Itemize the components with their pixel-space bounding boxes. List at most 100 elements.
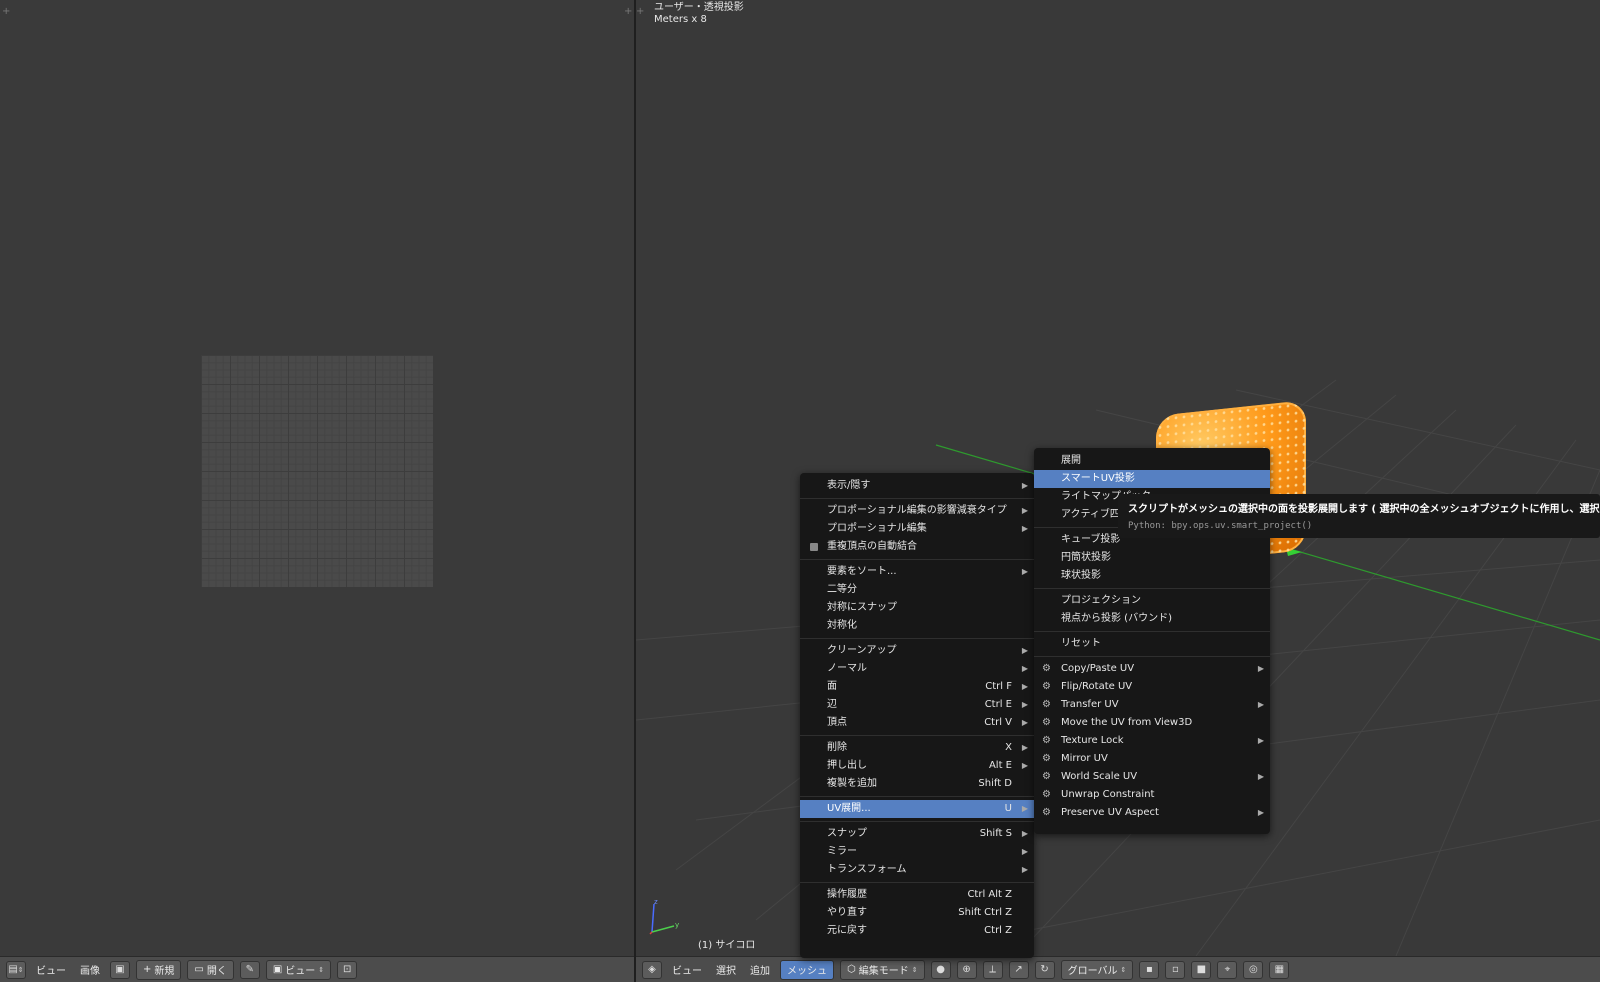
- view-mode-select[interactable]: ▣ ビュー ⇕: [265, 959, 332, 980]
- submenu-arrow-icon: ▶: [1021, 646, 1028, 655]
- uv-image-editor[interactable]: + +: [0, 0, 634, 956]
- area-corner-icon[interactable]: +: [636, 6, 644, 17]
- svg-text:z: z: [654, 898, 658, 906]
- menu-item-uv[interactable]: スマートUV投影: [1034, 470, 1270, 488]
- menu-item-9[interactable]: プロジェクション: [1034, 592, 1270, 610]
- menu-item-11[interactable]: クリーンアップ ▶: [800, 642, 1034, 660]
- mesh-menu: 表示/隠す ▶ プロポーショナル編集の影響減衰タイプ ▶ プロポーショナル編集 ▶ 重複頂点…: [800, 473, 1034, 958]
- manipulator-icon[interactable]: ⟂: [982, 960, 1003, 979]
- mode-select[interactable]: ⬡ 編集モード ⇕: [840, 959, 925, 980]
- menu-mesh[interactable]: メッシュ: [780, 959, 834, 980]
- menu-item-0[interactable]: 展開: [1034, 452, 1270, 470]
- menu-item-25[interactable]: トランスフォーム ▶: [800, 861, 1034, 879]
- addon-script-icon: ⚙: [1042, 699, 1051, 710]
- orientation-select[interactable]: グローバル ⇕: [1060, 959, 1134, 980]
- edge-select-icon[interactable]: ▫: [1165, 960, 1186, 979]
- menu-item-12[interactable]: ノーマル ▶: [800, 660, 1034, 678]
- menu-item-14[interactable]: 辺 Ctrl E ▶: [800, 696, 1034, 714]
- new-image-button[interactable]: + 新規: [136, 959, 182, 980]
- translate-icon[interactable]: ↗: [1008, 960, 1029, 979]
- editor-type-icon[interactable]: ▤ ⇕: [6, 960, 26, 979]
- pivot-icon[interactable]: ⊡: [337, 960, 358, 979]
- menu-add[interactable]: 追加: [746, 960, 774, 979]
- menu-item-world-scale-uv[interactable]: ⚙ World Scale UV ▶: [1034, 768, 1270, 786]
- open-image-button[interactable]: ▭ 開く: [187, 959, 234, 980]
- submenu-arrow-icon: ▶: [1021, 506, 1028, 515]
- menu-item-28[interactable]: やり直す Shift Ctrl Z: [800, 904, 1034, 922]
- checkbox-icon[interactable]: [810, 543, 818, 551]
- menu-item-0[interactable]: 表示/隠す ▶: [800, 477, 1034, 495]
- menu-item-27[interactable]: 操作履歴 Ctrl Alt Z: [800, 886, 1034, 904]
- menu-item-label: 頂点: [827, 717, 847, 728]
- menu-item-29[interactable]: 元に戻す Ctrl Z: [800, 922, 1034, 940]
- menu-item-shortcut: Ctrl V: [984, 717, 1012, 728]
- addon-script-icon: ⚙: [1042, 717, 1051, 728]
- menu-item-shortcut: Ctrl Z: [984, 925, 1012, 936]
- menu-item-label: 削除: [827, 742, 847, 753]
- menu-item-label: 球状投影: [1061, 570, 1101, 581]
- menu-item-texture-lock[interactable]: ⚙ Texture Lock ▶: [1034, 732, 1270, 750]
- editor-type-icon[interactable]: ◈: [642, 960, 662, 979]
- image-icon[interactable]: ▣: [110, 960, 130, 979]
- menu-item-label: 二等分: [827, 584, 857, 595]
- menu-item-label: 対称化: [827, 620, 857, 631]
- menu-item-uv[interactable]: UV展開... U ▶: [800, 800, 1034, 818]
- menu-item-mirror-uv[interactable]: ⚙ Mirror UV: [1034, 750, 1270, 768]
- menu-item-17[interactable]: 削除 X ▶: [800, 739, 1034, 757]
- menu-item-copy-paste-uv[interactable]: ⚙ Copy/Paste UV ▶: [1034, 660, 1270, 678]
- menu-image[interactable]: 画像: [76, 960, 104, 979]
- menu-item-label: 表示/隠す: [827, 480, 871, 491]
- menu-item-23[interactable]: スナップ Shift S ▶: [800, 825, 1034, 843]
- menu-item-9[interactable]: 対称化: [800, 617, 1034, 635]
- face-select-icon[interactable]: ■: [1191, 960, 1212, 979]
- submenu-arrow-icon: ▶: [1021, 847, 1028, 856]
- area-corner-icon[interactable]: +: [624, 6, 632, 17]
- menu-item-label: プロポーショナル編集の影響減衰タイプ: [827, 505, 1007, 516]
- menu-item-7[interactable]: 二等分: [800, 581, 1034, 599]
- menu-item-label: Texture Lock: [1061, 735, 1124, 746]
- area-corner-icon[interactable]: +: [2, 6, 10, 17]
- menu-item-19[interactable]: 複製を追加 Shift D: [800, 775, 1034, 793]
- tooltip-description: スクリプトがメッシュの選択中の面を投影展開します ( 選択中の全メッシュオブジェ…: [1128, 504, 1600, 515]
- menu-item-6[interactable]: 円筒状投影: [1034, 549, 1270, 567]
- menu-item-flip-rotate-uv[interactable]: ⚙ Flip/Rotate UV: [1034, 678, 1270, 696]
- menu-item-6[interactable]: 要素をソート... ▶: [800, 563, 1034, 581]
- menu-item-label: 重複頂点の自動結合: [827, 541, 917, 552]
- menu-item-label: Transfer UV: [1061, 699, 1119, 710]
- rotate-icon[interactable]: ↻: [1034, 960, 1055, 979]
- plus-icon: +: [143, 964, 152, 975]
- menu-separator: [800, 821, 1034, 822]
- menu-item-24[interactable]: ミラー ▶: [800, 843, 1034, 861]
- menu-item-7[interactable]: 球状投影: [1034, 567, 1270, 585]
- shading-icon[interactable]: ●: [930, 960, 951, 979]
- menu-item-preserve-uv-aspect[interactable]: ⚙ Preserve UV Aspect ▶: [1034, 804, 1270, 822]
- menu-view[interactable]: ビュー: [668, 960, 706, 979]
- menu-item-18[interactable]: 押し出し Alt E ▶: [800, 757, 1034, 775]
- menu-item-label: キューブ投影: [1061, 534, 1121, 545]
- submenu-arrow-icon: ▶: [1021, 718, 1028, 727]
- pin-icon[interactable]: ✎: [239, 960, 260, 979]
- menu-item-transfer-uv[interactable]: ⚙ Transfer UV ▶: [1034, 696, 1270, 714]
- render-icon[interactable]: ▦: [1269, 960, 1290, 979]
- menu-item-3[interactable]: プロポーショナル編集 ▶: [800, 520, 1034, 538]
- pivot-icon[interactable]: ⊕: [956, 960, 977, 979]
- submenu-arrow-icon: ▶: [1257, 664, 1264, 673]
- menu-item-2[interactable]: プロポーショナル編集の影響減衰タイプ ▶: [800, 502, 1034, 520]
- proportional-icon[interactable]: ◎: [1243, 960, 1264, 979]
- menu-item-13[interactable]: 面 Ctrl F ▶: [800, 678, 1034, 696]
- menu-view[interactable]: ビュー: [32, 960, 70, 979]
- menu-item-10[interactable]: 視点から投影 (バウンド): [1034, 610, 1270, 628]
- snap-icon[interactable]: ⌖: [1217, 960, 1238, 979]
- active-object-label: (1) サイコロ: [698, 940, 756, 951]
- menu-item-8[interactable]: 対称にスナップ: [800, 599, 1034, 617]
- menu-item-12[interactable]: リセット: [1034, 635, 1270, 653]
- submenu-arrow-icon: ▶: [1021, 567, 1028, 576]
- menu-separator: [1034, 656, 1270, 657]
- menu-item-label: クリーンアップ: [827, 645, 897, 656]
- menu-select[interactable]: 選択: [712, 960, 740, 979]
- menu-item-4[interactable]: 重複頂点の自動結合: [800, 538, 1034, 556]
- menu-item-move-the-uv-from-view3d[interactable]: ⚙ Move the UV from View3D: [1034, 714, 1270, 732]
- vertex-select-icon[interactable]: ▪: [1139, 960, 1160, 979]
- menu-item-15[interactable]: 頂点 Ctrl V ▶: [800, 714, 1034, 732]
- menu-item-unwrap-constraint[interactable]: ⚙ Unwrap Constraint: [1034, 786, 1270, 804]
